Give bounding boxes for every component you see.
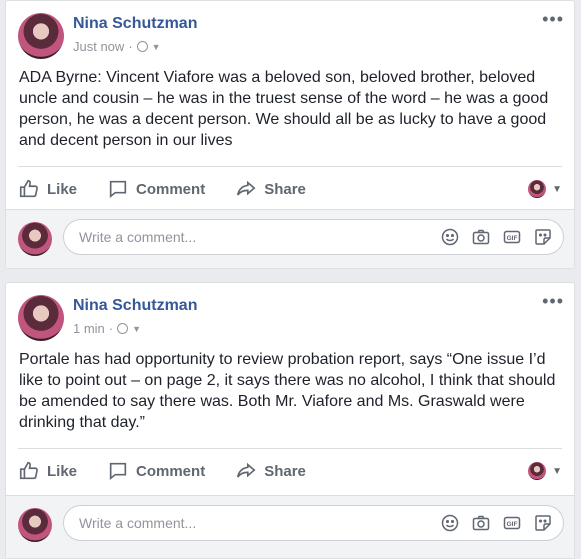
meta-separator: · [128, 39, 133, 54]
author-name-link[interactable]: Nina Schutzman [73, 15, 197, 33]
like-icon [19, 461, 38, 480]
globe-icon[interactable] [136, 41, 148, 52]
post-card: Nina Schutzman Just now · ▼ ••• ADA Byrn… [5, 0, 575, 269]
share-button[interactable]: Share [235, 460, 306, 482]
chevron-down-icon[interactable]: ▼ [132, 324, 141, 334]
share-label: Share [264, 180, 306, 198]
share-label: Share [264, 462, 306, 480]
like-button[interactable]: Like [18, 460, 77, 482]
commenter-avatar[interactable] [18, 508, 52, 542]
camera-icon[interactable] [471, 513, 491, 533]
reaction-identity-selector[interactable]: ▼ [528, 180, 562, 198]
comment-button[interactable]: Comment [107, 178, 205, 200]
share-icon [237, 180, 256, 196]
svg-text:GIF: GIF [507, 521, 518, 528]
comment-icon [109, 180, 127, 199]
author-avatar[interactable] [18, 295, 64, 341]
reactor-avatar [528, 462, 547, 480]
reactor-avatar [528, 180, 547, 198]
comment-label: Comment [136, 462, 206, 480]
chevron-down-icon: ▼ [552, 465, 562, 477]
post-timestamp[interactable]: 1 min [73, 321, 105, 336]
post-meta: 1 min · ▼ [73, 321, 141, 336]
camera-icon[interactable] [471, 227, 491, 247]
post-meta: Just now · ▼ [73, 39, 161, 54]
like-button[interactable]: Like [18, 178, 77, 200]
like-icon [19, 179, 38, 198]
emoji-icon[interactable] [440, 513, 460, 533]
comment-composer: GIF [6, 209, 574, 268]
post-text: Portale has had opportunity to review pr… [19, 351, 556, 431]
post-actions-bar: Like Comment Share ▼ [18, 448, 562, 493]
comment-input[interactable] [77, 228, 381, 246]
post-actions-bar: Like Comment Share ▼ [18, 166, 562, 211]
post-timestamp[interactable]: Just now [73, 39, 124, 54]
post-header: Nina Schutzman 1 min · ▼ ••• [6, 283, 574, 347]
commenter-avatar[interactable] [18, 222, 52, 256]
post-card: Nina Schutzman 1 min · ▼ ••• Portale has… [5, 282, 575, 559]
post-header: Nina Schutzman Just now · ▼ ••• [6, 1, 574, 65]
sticker-icon[interactable] [533, 227, 553, 247]
comment-label: Comment [136, 180, 206, 198]
more-options-icon[interactable]: ••• [542, 291, 564, 312]
meta-separator: · [108, 321, 114, 336]
author-avatar[interactable] [18, 13, 64, 59]
share-button[interactable]: Share [235, 178, 306, 200]
comment-tools: GIF [440, 227, 553, 247]
comment-composer: GIF [6, 495, 574, 558]
post-text: ADA Byrne: Vincent Viafore was a beloved… [19, 69, 549, 149]
gif-icon[interactable]: GIF [502, 227, 522, 247]
chevron-down-icon: ▼ [552, 183, 562, 195]
comment-tools: GIF [440, 513, 553, 533]
like-label: Like [47, 462, 78, 480]
reaction-identity-selector[interactable]: ▼ [528, 462, 562, 480]
more-options-icon[interactable]: ••• [542, 9, 564, 30]
comment-icon [109, 462, 127, 481]
comment-box[interactable]: GIF [63, 219, 564, 255]
like-label: Like [47, 180, 78, 198]
svg-text:GIF: GIF [507, 235, 518, 242]
chevron-down-icon[interactable]: ▼ [152, 42, 161, 52]
globe-icon[interactable] [117, 323, 129, 334]
news-feed: Nina Schutzman Just now · ▼ ••• ADA Byrn… [0, 0, 581, 559]
author-name-link[interactable]: Nina Schutzman [73, 297, 197, 315]
comment-box[interactable]: GIF [63, 505, 564, 541]
gif-icon[interactable]: GIF [502, 513, 522, 533]
comment-button[interactable]: Comment [107, 460, 205, 482]
emoji-icon[interactable] [440, 227, 460, 247]
sticker-icon[interactable] [533, 513, 553, 533]
comment-input[interactable] [77, 514, 381, 532]
share-icon [237, 462, 256, 478]
